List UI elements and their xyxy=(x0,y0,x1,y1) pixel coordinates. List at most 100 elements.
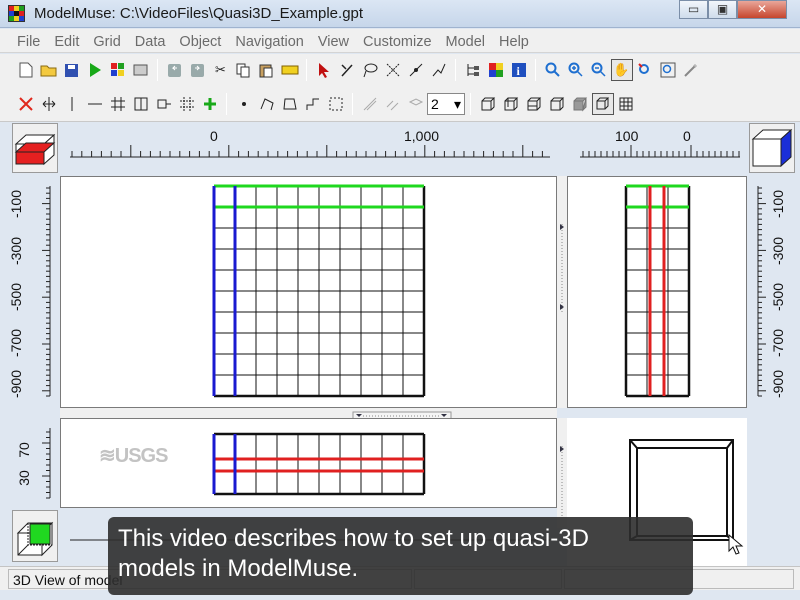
paste-icon[interactable] xyxy=(256,59,278,81)
horizontal-splitter[interactable] xyxy=(60,408,557,420)
maximize-button[interactable]: ▣ xyxy=(708,0,737,19)
top-ruler-label-0: 0 xyxy=(210,128,218,144)
cube-view-side-icon[interactable] xyxy=(500,93,522,115)
video-caption: This video describes how to set up quasi… xyxy=(108,517,693,595)
add-horizontal-line-icon[interactable] xyxy=(84,93,106,115)
select-cells-icon[interactable] xyxy=(176,93,198,115)
redo-icon[interactable] xyxy=(187,59,209,81)
side-y-label-300: -300 xyxy=(770,236,787,266)
caption-line-1: This video describes how to set up quasi… xyxy=(118,525,589,552)
zoom-out-icon[interactable] xyxy=(588,59,610,81)
toolbar-separator xyxy=(470,93,471,115)
new-file-icon[interactable] xyxy=(15,59,37,81)
menu-data[interactable]: Data xyxy=(128,29,173,50)
zoom-in-icon[interactable] xyxy=(565,59,587,81)
row-select-icon[interactable] xyxy=(382,93,404,115)
cut-icon[interactable]: ✂ xyxy=(210,59,232,81)
pan-hand-icon[interactable]: ✋ xyxy=(610,59,633,81)
side-ruler-label-0: 0 xyxy=(683,128,691,144)
title-bar: ModelMuse: C:\VideoFiles\Quasi3D_Example… xyxy=(0,0,800,28)
generate-grid-icon[interactable] xyxy=(107,93,129,115)
top-view-cube-button[interactable] xyxy=(12,123,58,173)
step-line-icon[interactable] xyxy=(302,93,324,115)
magic-wand-icon[interactable] xyxy=(680,59,702,81)
shaded-solid-icon[interactable] xyxy=(569,93,591,115)
close-icon: ✕ xyxy=(756,2,768,16)
minimize-button[interactable]: ▭ xyxy=(679,0,708,19)
cube-view-top-icon[interactable] xyxy=(523,93,545,115)
modelmuse-app-icon[interactable] xyxy=(8,5,25,22)
move-nodes-icon[interactable] xyxy=(382,59,404,81)
side-view-cube-button[interactable] xyxy=(749,123,795,173)
export-model-icon[interactable] xyxy=(107,59,129,81)
cube-view-front-icon[interactable] xyxy=(477,93,499,115)
menu-edit[interactable]: Edit xyxy=(47,29,86,50)
front-y-label-70: 70 xyxy=(15,442,32,458)
grid-toggle-icon[interactable] xyxy=(615,93,637,115)
menu-model[interactable]: Model xyxy=(439,29,493,50)
main-toolbar: ✂ i ✋ xyxy=(14,55,702,85)
zoom-icon[interactable] xyxy=(542,59,564,81)
info-icon[interactable]: i xyxy=(508,59,530,81)
delete-segment-icon[interactable] xyxy=(428,59,450,81)
insert-node-icon[interactable] xyxy=(405,59,427,81)
layer-combo-value: 2 xyxy=(431,96,439,112)
menu-object[interactable]: Object xyxy=(172,29,228,50)
mouse-cursor-icon xyxy=(728,534,744,555)
side-ruler-label-100: 100 xyxy=(615,128,639,144)
import-icon[interactable] xyxy=(130,59,152,81)
delete-grid-line-icon[interactable] xyxy=(15,93,37,115)
undo-icon[interactable] xyxy=(164,59,186,81)
minimize-icon: ▭ xyxy=(687,2,700,16)
menu-help[interactable]: Help xyxy=(492,29,536,50)
polygon-object-icon[interactable] xyxy=(279,93,301,115)
maximize-icon: ▣ xyxy=(716,2,729,16)
object-tree-icon[interactable] xyxy=(462,59,484,81)
vertical-splitter[interactable] xyxy=(557,176,567,408)
open-file-icon[interactable] xyxy=(38,59,60,81)
menu-view[interactable]: View xyxy=(311,29,356,50)
add-vertical-line-icon[interactable] xyxy=(61,93,83,115)
spacing-icon[interactable] xyxy=(153,93,175,115)
subdivide-icon[interactable] xyxy=(130,93,152,115)
front-view-panel[interactable]: ≋USGS xyxy=(60,418,557,508)
menu-customize[interactable]: Customize xyxy=(356,29,439,50)
top-view-panel[interactable] xyxy=(60,176,557,408)
menu-navigation[interactable]: Navigation xyxy=(228,29,311,50)
column-select-icon[interactable] xyxy=(359,93,381,115)
close-button[interactable]: ✕ xyxy=(737,0,787,19)
measure-ruler-icon[interactable] xyxy=(279,59,301,81)
side-y-label-900: -900 xyxy=(770,369,787,399)
top-ruler-label-1000: 1,000 xyxy=(404,128,440,144)
top-y-label-500: -500 xyxy=(8,282,25,312)
side-view-panel[interactable] xyxy=(567,176,747,408)
side-y-label-700: -700 xyxy=(770,328,787,358)
menu-file[interactable]: File xyxy=(10,29,47,50)
cube-view-iso-icon[interactable] xyxy=(546,93,568,115)
top-view-grid xyxy=(212,184,426,398)
save-icon[interactable] xyxy=(61,59,83,81)
move-grid-line-icon[interactable] xyxy=(38,93,60,115)
run-model-icon[interactable] xyxy=(84,59,106,81)
add-grid-line-icon[interactable] xyxy=(199,93,221,115)
lasso-icon[interactable] xyxy=(359,59,381,81)
grid-toolbar: 2 ▾ xyxy=(14,89,637,119)
select-point-icon[interactable] xyxy=(336,59,358,81)
point-object-icon[interactable] xyxy=(233,93,255,115)
front-view-y-ruler: 30 70 xyxy=(10,418,58,508)
front-view-cube-button[interactable] xyxy=(12,510,58,562)
color-grid-icon[interactable] xyxy=(485,59,507,81)
polyline-object-icon[interactable] xyxy=(256,93,278,115)
layer-combo[interactable]: 2 ▾ xyxy=(427,93,465,115)
menu-grid[interactable]: Grid xyxy=(86,29,127,50)
caption-line-2: models in ModelMuse. xyxy=(118,555,359,582)
copy-icon[interactable] xyxy=(233,59,255,81)
rectangle-select-icon[interactable] xyxy=(325,93,347,115)
wireframe-icon[interactable] xyxy=(591,93,614,115)
top-y-label-900: -900 xyxy=(8,369,25,399)
zoom-extents-icon[interactable] xyxy=(657,59,679,81)
select-arrow-icon[interactable] xyxy=(313,59,335,81)
front-view-grid xyxy=(212,432,426,496)
layer-select-icon[interactable] xyxy=(405,93,427,115)
restore-zoom-icon[interactable] xyxy=(634,59,656,81)
